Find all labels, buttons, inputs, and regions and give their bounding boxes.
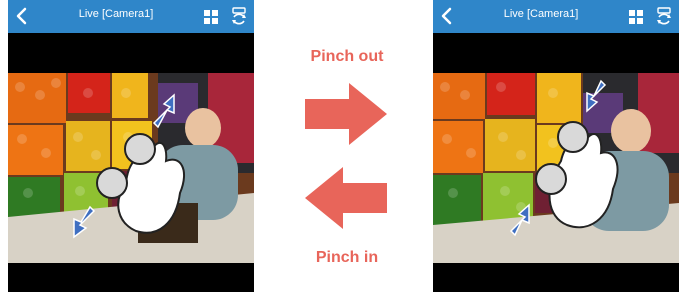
camera-switch-icon[interactable] (230, 7, 248, 27)
market-scene-image (8, 73, 254, 263)
phone-screen-pinch-out: Live [Camera1] (8, 0, 254, 292)
arrow-right-icon (305, 83, 387, 145)
market-scene-image (433, 73, 679, 263)
screen-title: Live [Camera1] (78, 8, 154, 20)
grid-icon[interactable] (629, 10, 643, 24)
live-video-view[interactable] (433, 73, 679, 263)
top-bar: Live [Camera1] (433, 0, 679, 33)
top-bar: Live [Camera1] (8, 0, 254, 33)
arrow-left-icon (305, 167, 387, 229)
camera-switch-icon[interactable] (655, 7, 673, 27)
chevron-left-icon[interactable] (437, 6, 457, 26)
chevron-left-icon[interactable] (12, 6, 32, 26)
phone-screen-pinch-in: Live [Camera1] (433, 0, 679, 292)
screen-title: Live [Camera1] (503, 8, 579, 20)
pinch-out-label: Pinch out (310, 48, 384, 65)
pinch-in-label: Pinch in (315, 249, 379, 266)
live-video-view[interactable] (8, 73, 254, 263)
grid-icon[interactable] (204, 10, 218, 24)
